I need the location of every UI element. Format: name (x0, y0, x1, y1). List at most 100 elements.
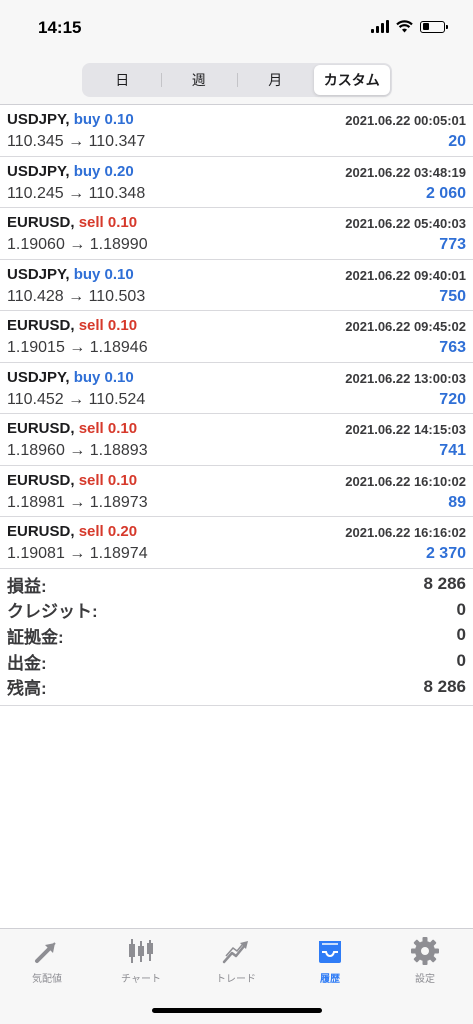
period-tab-day[interactable]: 日 (84, 65, 161, 95)
summary-balance-row: 残高: 8 286 (7, 674, 466, 700)
deal-time: 2021.06.22 03:48:19 (345, 164, 466, 180)
deal-profit: 20 (448, 133, 466, 150)
deal-close-price: 110.348 (88, 184, 146, 202)
wifi-icon (396, 20, 413, 33)
summary-deposit-row: 証拠金: 0 (7, 623, 466, 649)
summary-label: 証拠金: (7, 627, 64, 647)
deal-profit: 763 (439, 339, 466, 356)
tab-label: チャート (121, 974, 161, 985)
deal-symbol-name: EURUSD, (7, 214, 75, 231)
tab-trade[interactable]: トレード (189, 935, 283, 985)
deal-profit: 89 (448, 493, 466, 511)
deal-side-volume: sell 0.10 (78, 214, 138, 231)
status-time: 14:15 (38, 18, 82, 37)
deal-row[interactable]: EURUSD, sell 0.10 1.19015 → 1.18946 2021.0… (0, 311, 473, 363)
tab-label: 設定 (415, 974, 435, 985)
deal-prices: 1.19015 → 1.18946 (7, 339, 148, 357)
trade-icon (222, 941, 248, 964)
deal-symbol: EURUSD, sell 0.10 (7, 214, 137, 231)
deal-side-volume: buy 0.10 (73, 265, 134, 283)
arrow-icon: → (69, 339, 86, 356)
deal-open-price: 1.19015 (7, 339, 65, 356)
deal-close-price: 1.18990 (89, 236, 148, 253)
deal-row[interactable]: EURUSD, sell 0.10 1.18960 → 1.18893 2021.0… (0, 414, 473, 466)
deal-prices: 110.345 → 110.347 (7, 133, 145, 151)
deal-prices: 1.19081 → 1.18974 (7, 545, 148, 563)
deal-side-volume: buy 0.10 (73, 368, 134, 386)
status-icons (371, 20, 448, 33)
deal-symbol: USDJPY, buy 0.10 (7, 111, 134, 128)
period-segmented-control: 日 週 月 カスタム (82, 63, 392, 97)
deal-row[interactable]: EURUSD, sell 0.10 1.19060 → 1.18990 2021.0… (0, 208, 473, 260)
deal-row[interactable]: USDJPY, buy 0.10 110.452 → 110.524 2021.06… (0, 363, 473, 414)
deal-open-price: 110.452 (7, 390, 64, 408)
deal-close-price: 110.524 (88, 390, 146, 408)
deal-time: 2021.06.22 13:00:03 (345, 370, 466, 386)
period-tab-month[interactable]: 月 (237, 65, 314, 95)
top-area: 14:15 日 週 月 カスタム (0, 0, 473, 105)
deal-close-price: 1.18893 (89, 442, 148, 459)
deal-symbol: USDJPY, buy 0.10 (7, 369, 134, 386)
home-indicator (152, 1008, 322, 1013)
tab-quotes[interactable]: 気配値 (0, 935, 94, 985)
deal-prices: 1.19060 → 1.18990 (7, 236, 148, 254)
deal-side-volume: buy 0.10 (73, 111, 134, 128)
deal-profit: 741 (439, 442, 466, 459)
period-tab-custom[interactable]: カスタム (313, 65, 390, 95)
deal-profit: 750 (439, 287, 466, 305)
arrow-icon: → (68, 133, 85, 150)
deal-open-price: 1.19081 (7, 545, 65, 562)
arrow-icon: → (69, 545, 86, 562)
deal-row[interactable]: USDJPY, buy 0.20 110.245 → 110.348 2021.06… (0, 157, 473, 208)
deal-symbol-name: EURUSD, (7, 317, 75, 334)
deal-prices: 1.18981 → 1.18973 (7, 494, 148, 512)
deal-open-price: 110.345 (7, 133, 64, 150)
summary-value: 0 (456, 599, 466, 619)
deal-prices: 110.245 → 110.348 (7, 185, 145, 203)
deal-list: USDJPY, buy 0.10 110.345 → 110.347 2021.06… (0, 105, 473, 569)
deal-symbol-name: USDJPY, (7, 111, 70, 128)
summary-label: クレジット: (7, 602, 98, 622)
deal-profit: 720 (439, 390, 466, 408)
deal-symbol-name: USDJPY, (7, 265, 70, 283)
summary-section: 損益: 8 286 クレジット: 0 証拠金: 0 出金: 0 残高: 8 28… (0, 569, 473, 706)
deal-prices: 1.18960 → 1.18893 (7, 442, 148, 460)
chart-icon (129, 939, 153, 963)
deal-symbol: EURUSD, sell 0.10 (7, 420, 137, 437)
summary-label: 出金: (7, 653, 47, 673)
deal-row[interactable]: EURUSD, sell 0.10 1.18981 → 1.18973 2021.0… (0, 466, 473, 517)
summary-label: 残高: (7, 679, 47, 699)
deal-row[interactable]: EURUSD, sell 0.20 1.19081 → 1.18974 2021.0… (0, 517, 473, 569)
deal-close-price: 1.18973 (89, 493, 148, 511)
arrow-icon: → (68, 184, 85, 202)
deal-symbol-name: USDJPY, (7, 162, 70, 180)
deal-close-price: 110.503 (88, 287, 146, 305)
summary-credit-row: クレジット: 0 (7, 597, 466, 623)
tab-settings[interactable]: 設定 (378, 935, 472, 985)
deal-row[interactable]: USDJPY, buy 0.10 110.345 → 110.347 2021.06… (0, 105, 473, 157)
deal-time: 2021.06.22 16:10:02 (345, 473, 466, 489)
period-tab-week[interactable]: 週 (160, 65, 238, 95)
deal-row[interactable]: USDJPY, buy 0.10 110.428 → 110.503 2021.06… (0, 260, 473, 311)
deal-symbol: USDJPY, buy 0.10 (7, 266, 134, 283)
deal-prices: 110.428 → 110.503 (7, 288, 145, 306)
tab-chart[interactable]: チャート (94, 935, 188, 985)
history-icon (319, 941, 341, 963)
deal-symbol: EURUSD, sell 0.10 (7, 317, 137, 334)
summary-value: 8 286 (423, 574, 466, 594)
tab-history[interactable]: 履歴 (283, 935, 377, 985)
summary-withdrawal-row: 出金: 0 (7, 648, 466, 674)
deal-close-price: 110.347 (88, 133, 146, 150)
deal-profit: 2 370 (425, 545, 466, 562)
deal-profit: 2 060 (425, 184, 466, 202)
deal-time: 2021.06.22 00:05:01 (345, 113, 466, 128)
cellular-signal-icon (371, 20, 389, 33)
deal-time: 2021.06.22 16:16:02 (345, 525, 466, 540)
deal-symbol-name: EURUSD, (7, 471, 75, 489)
arrow-icon: → (69, 236, 86, 253)
settings-icon (411, 937, 439, 965)
summary-label: 損益: (7, 576, 47, 596)
tab-label: 気配値 (32, 974, 62, 985)
battery-icon (420, 20, 448, 33)
deal-time: 2021.06.22 09:40:01 (345, 267, 466, 283)
